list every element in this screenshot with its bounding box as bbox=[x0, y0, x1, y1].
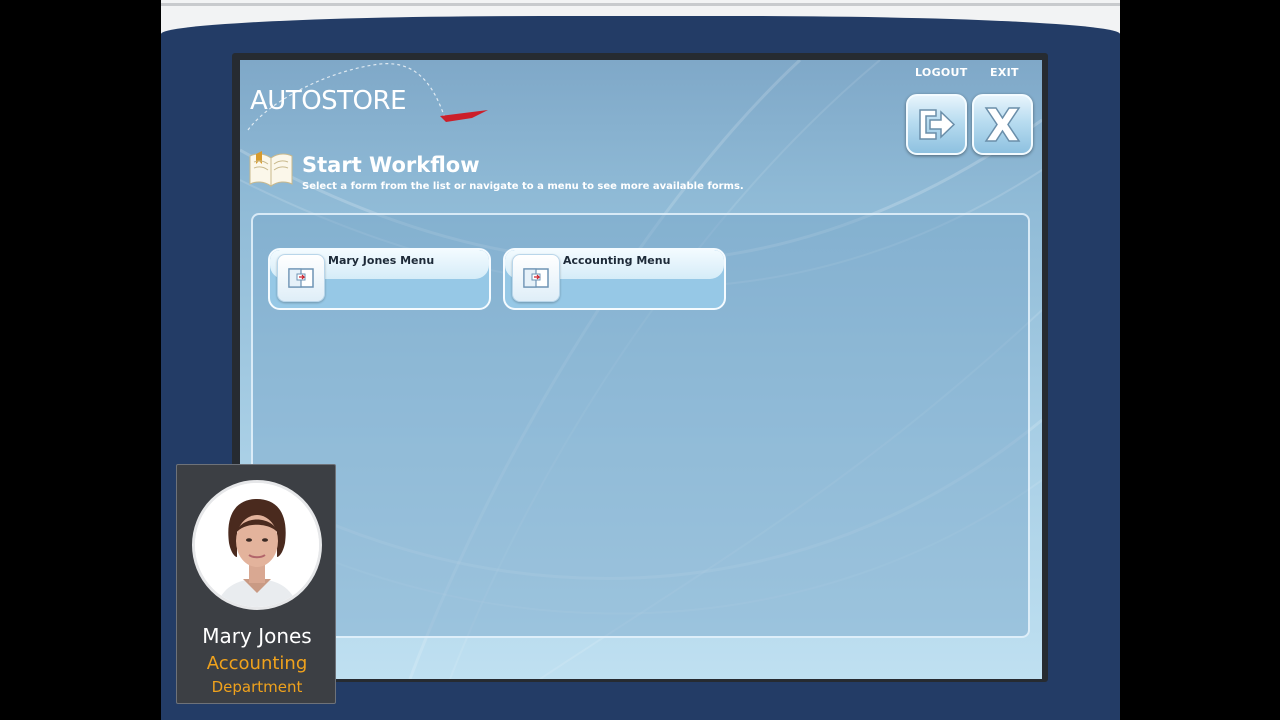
avatar bbox=[192, 480, 322, 610]
book-icon bbox=[249, 151, 293, 187]
top-divider bbox=[161, 3, 1120, 6]
menu-item-label: Mary Jones Menu bbox=[328, 254, 435, 267]
page-subtitle: Select a form from the list or navigate … bbox=[302, 181, 744, 192]
user-name: Mary Jones bbox=[202, 624, 312, 648]
brand-arrow-icon bbox=[440, 110, 488, 122]
logout-button[interactable] bbox=[906, 94, 967, 155]
close-icon bbox=[984, 107, 1021, 142]
brand-logo: AUTOSTORE bbox=[250, 86, 407, 116]
card-icon-tile bbox=[277, 254, 325, 302]
card-icon-tile bbox=[512, 254, 560, 302]
menu-item-accounting[interactable]: Accounting Menu bbox=[503, 248, 726, 310]
exit-label[interactable]: EXIT bbox=[990, 66, 1019, 79]
user-department: Accounting bbox=[206, 653, 308, 674]
user-portrait bbox=[195, 483, 319, 607]
page-title: Start Workflow bbox=[302, 153, 480, 177]
user-department-suffix: Department bbox=[211, 678, 303, 696]
menu-folder-icon bbox=[523, 268, 549, 288]
logout-icon bbox=[919, 109, 956, 140]
menu-item-label: Accounting Menu bbox=[563, 254, 671, 267]
user-card: Mary Jones Accounting Department bbox=[176, 464, 336, 704]
logout-label[interactable]: LOGOUT bbox=[915, 66, 968, 79]
kiosk-screen: AUTOSTORE LOGOUT EXIT Start Workflow Sel… bbox=[240, 60, 1042, 679]
exit-button[interactable] bbox=[972, 94, 1033, 155]
menu-folder-icon bbox=[288, 268, 314, 288]
menu-item-mary-jones[interactable]: Mary Jones Menu bbox=[268, 248, 491, 310]
